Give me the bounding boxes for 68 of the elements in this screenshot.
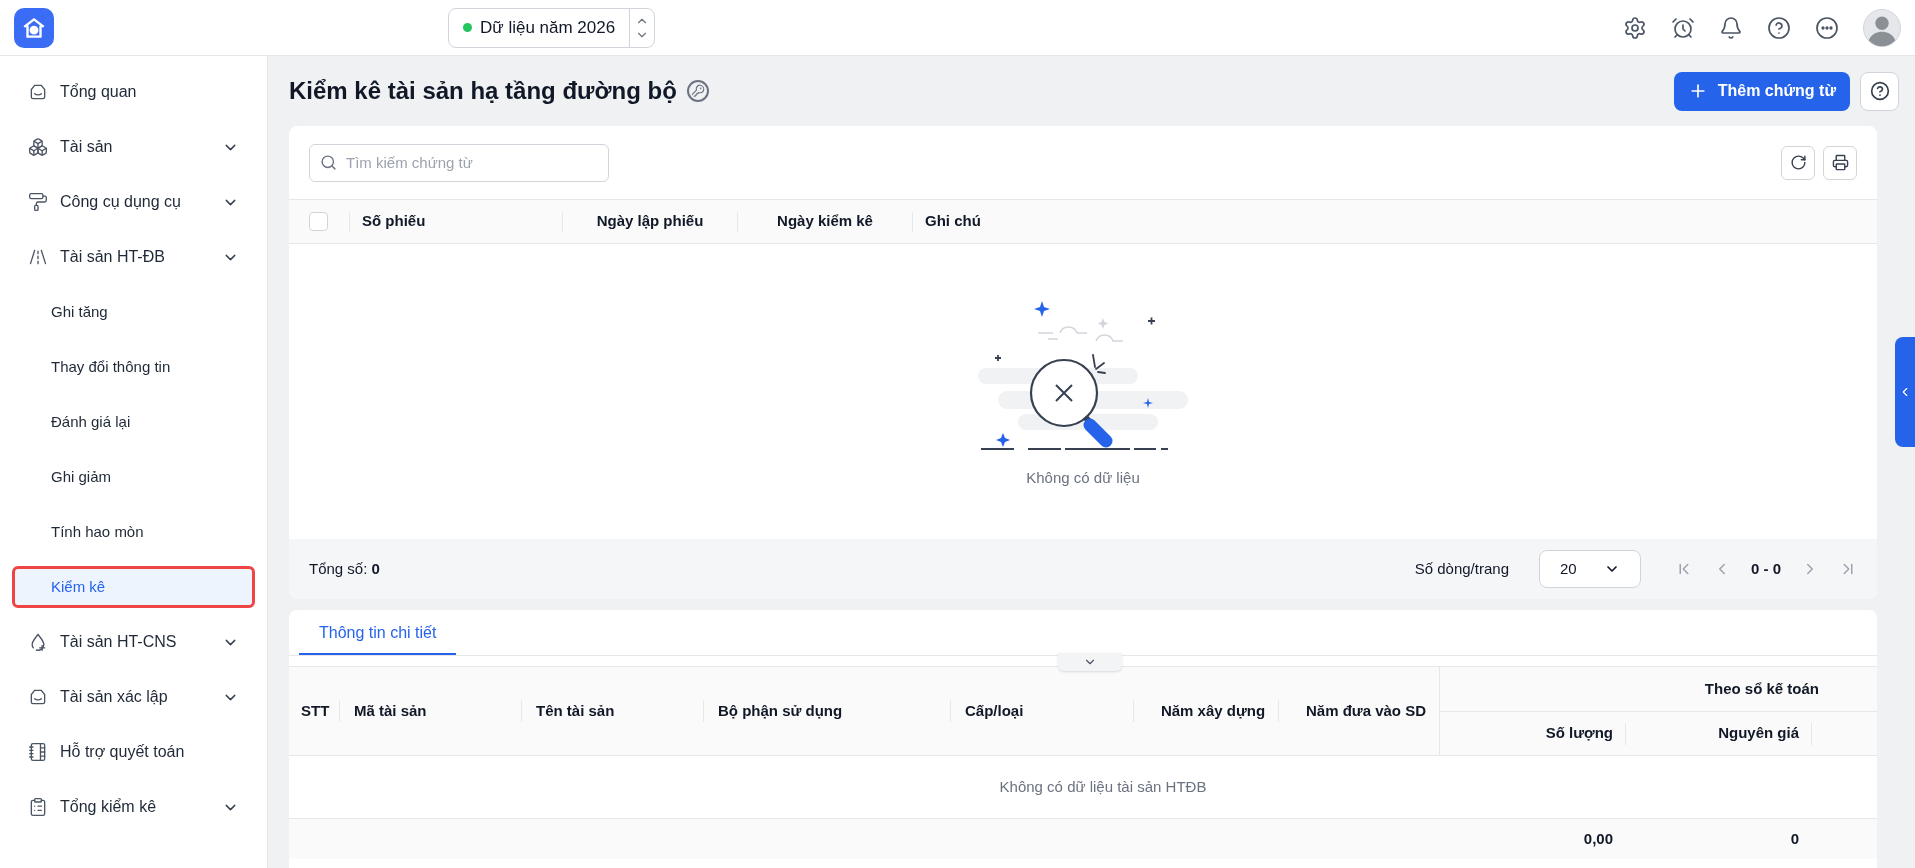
alarm-clock-icon[interactable]: [1671, 15, 1695, 40]
empty-message: Không có dữ liệu tài sản HTĐB: [999, 776, 1207, 797]
column-header: Ghi chú: [925, 211, 981, 232]
sidebar-item[interactable]: Tài sản HT-CNS: [12, 621, 255, 663]
column-header: Ngày lập phiếu: [596, 211, 704, 232]
help-icon: [1869, 81, 1890, 101]
paint-roller-icon: [28, 192, 48, 212]
column-header: Nguyên giá: [1718, 723, 1799, 744]
refresh-icon: [1789, 154, 1807, 171]
tray-icon: [28, 687, 48, 707]
sidebar-subitem[interactable]: Thay đổi thông tin: [12, 346, 255, 388]
search-icon: [320, 153, 337, 171]
collapse-handle[interactable]: [1058, 653, 1122, 671]
app-logo[interactable]: [14, 7, 54, 48]
column-header: Số phiếu: [362, 211, 426, 232]
sidebar-subitem[interactable]: Đánh giá lại: [12, 401, 255, 443]
sidebar-item[interactable]: Công cụ dụng cụ: [12, 181, 255, 223]
column-header: Cấp/loại: [965, 700, 1024, 721]
column-header: Tên tài sản: [536, 700, 615, 721]
refresh-button[interactable]: [1781, 145, 1815, 180]
sidebar-item[interactable]: Tài sản xác lập: [12, 676, 255, 718]
search-field[interactable]: Tìm kiếm chứng từ: [309, 143, 609, 182]
road-icon: [28, 247, 48, 267]
sidebar-item[interactable]: Tài sản HT-ĐB: [12, 236, 255, 278]
settings-icon[interactable]: [1623, 15, 1647, 40]
help-icon[interactable]: [1767, 15, 1791, 40]
column-header: Năm xây dựng: [1160, 700, 1266, 721]
sidebar-item[interactable]: Tổng kiểm kê: [12, 786, 255, 828]
avatar-icon[interactable]: [1863, 8, 1901, 47]
year-selector[interactable]: Dữ liệu năm 2026: [448, 7, 656, 48]
more-icon[interactable]: [1815, 15, 1839, 40]
select-all-checkbox[interactable]: [309, 212, 328, 231]
bell-icon[interactable]: [1719, 15, 1743, 40]
sidebar-subitem[interactable]: Ghi tăng: [12, 291, 255, 333]
column-header: Số lượng: [1545, 723, 1613, 744]
total-cell-text: 0,00: [1583, 828, 1613, 849]
empty-message: Không có dữ liệu: [1026, 468, 1140, 489]
rows-per-page-select[interactable]: 20: [1539, 550, 1641, 588]
help-button[interactable]: [1860, 71, 1899, 111]
add-document-button[interactable]: Thêm chứng từ: [1673, 71, 1850, 111]
column-header: Mã tài sản: [354, 700, 427, 721]
column-header: STT: [301, 700, 330, 721]
sidebar-item[interactable]: Hỗ trợ quyết toán: [12, 731, 255, 773]
year-label: Dữ liệu năm 2026: [480, 16, 616, 39]
sidebar-subitem[interactable]: Kiểm kê: [12, 566, 255, 608]
column-group-header: Theo sổ kế toán: [1704, 678, 1819, 699]
clipboard-icon: [28, 797, 48, 817]
sidebar-subitem[interactable]: Ghi giảm: [12, 456, 255, 498]
sidebar-subitem[interactable]: Tính hao mòn: [12, 511, 255, 553]
boxes-icon: [28, 137, 48, 157]
column-header: Bộ phận sử dụng: [718, 700, 843, 721]
printer-icon: [1831, 154, 1849, 171]
droplet-plus-icon: [28, 632, 48, 652]
rows-per-page-label: Số dòng/trang: [1414, 558, 1509, 579]
column-header: Ngày kiểm kê: [777, 211, 873, 232]
side-panel-toggle[interactable]: [1895, 337, 1915, 447]
page-range: 0 - 0: [1751, 558, 1781, 579]
sidebar-item[interactable]: Tổng quan: [12, 71, 255, 113]
sidebar-item[interactable]: Tài sản: [12, 126, 255, 168]
tab[interactable]: Thông tin chi tiết: [299, 612, 457, 655]
notebook-icon: [28, 742, 48, 762]
total-count: Tổng số: 0: [309, 558, 380, 579]
page-title: Kiểm kê tài sản hạ tầng đường bộ: [289, 76, 677, 106]
total-cell-text: 0: [1790, 828, 1799, 849]
print-button[interactable]: [1823, 145, 1857, 180]
key-icon[interactable]: [686, 80, 709, 102]
column-header: Năm đưa vào SD: [1305, 700, 1427, 721]
tray-icon: [28, 82, 48, 102]
